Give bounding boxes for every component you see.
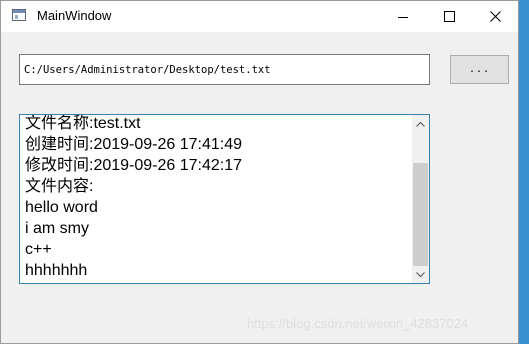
title-bar[interactable]: MainWindow — [1, 1, 518, 32]
scroll-up-button[interactable] — [412, 115, 429, 132]
file-path-input[interactable] — [19, 54, 430, 85]
maximize-button[interactable] — [426, 1, 472, 32]
modified-time-line: 修改时间:2019-09-26 17:42:17 — [25, 157, 243, 174]
file-name-line: 文件名称:test.txt — [25, 115, 141, 132]
window-title: MainWindow — [37, 8, 112, 23]
file-content-label-line: 文件内容: — [25, 178, 94, 195]
browse-button[interactable]: ... — [450, 55, 509, 84]
close-icon — [489, 11, 501, 22]
chevron-down-icon — [416, 271, 425, 277]
file-info-textarea[interactable]: 文件名称:test.txt 创建时间:2019-09-26 17:41:49 修… — [19, 114, 430, 284]
vertical-scrollbar[interactable] — [412, 115, 429, 283]
created-time-line: 创建时间:2019-09-26 17:41:49 — [25, 136, 243, 153]
minimize-icon — [398, 16, 408, 18]
scroll-down-button[interactable] — [412, 266, 429, 283]
maximize-icon — [443, 11, 455, 22]
chevron-up-icon — [416, 121, 425, 127]
content-line: i am smy — [25, 220, 89, 237]
app-window-icon — [12, 9, 26, 21]
content-line: c++ — [25, 241, 52, 258]
minimize-button[interactable] — [380, 1, 426, 32]
content-line: hhhhhhh — [25, 262, 88, 279]
main-window: MainWindow ... 文件名称:test.txt 创建时间:2019-0… — [0, 0, 519, 344]
scrollbar-thumb[interactable] — [413, 163, 428, 266]
file-info-content: 文件名称:test.txt 创建时间:2019-09-26 17:41:49 修… — [25, 115, 410, 281]
close-button[interactable] — [472, 1, 518, 32]
watermark-text: https://blog.csdn.net/weixin_42837024 — [247, 316, 469, 331]
content-line: hello word — [25, 199, 98, 216]
